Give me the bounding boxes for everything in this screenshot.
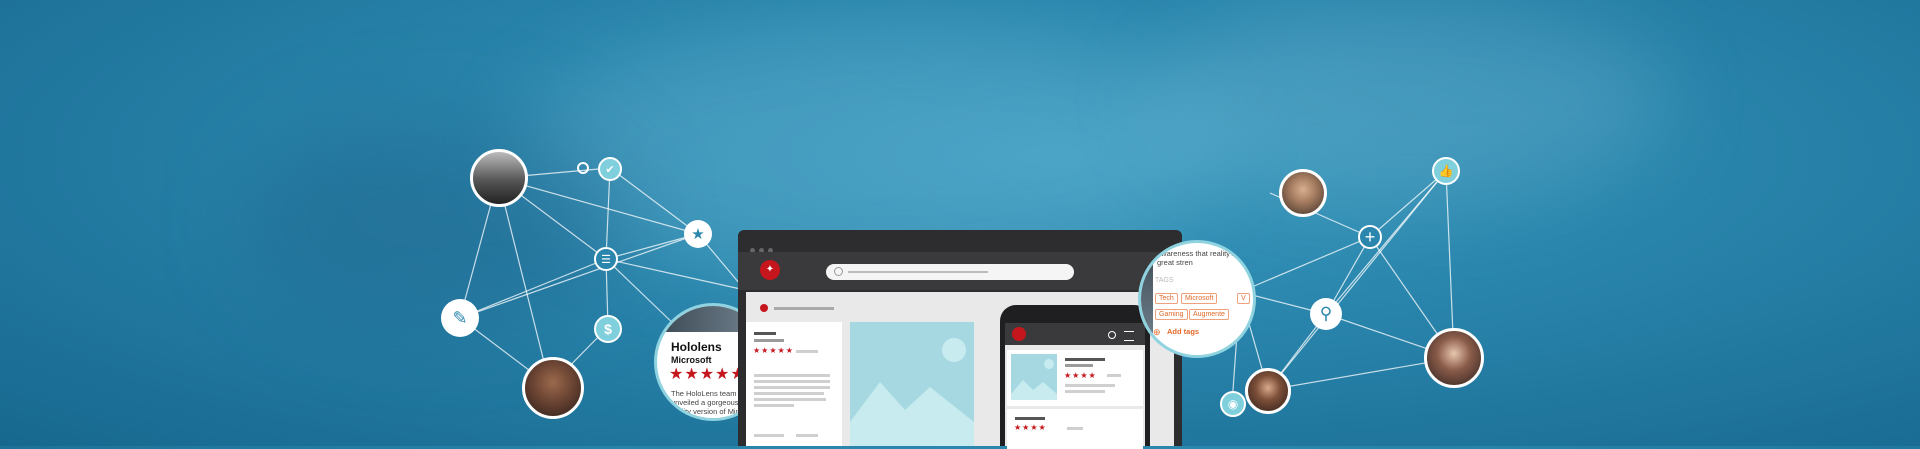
tag-chip[interactable]: Tech [1155,293,1178,304]
tag-chip[interactable]: Gaming [1155,309,1188,320]
phone-mockup: ★★★★ ★★★★ [1000,305,1150,449]
avatar[interactable] [1245,368,1291,414]
avatar[interactable] [1424,328,1484,388]
connector-dot [577,162,589,174]
dollar-icon[interactable]: $ [594,315,622,343]
avatar[interactable] [470,149,528,207]
rating-stars: ★★★★★ [753,346,794,355]
tags-input[interactable]: TAGS [1155,277,1174,284]
globe-pin-icon[interactable]: ◉ [1220,391,1246,417]
avatar[interactable] [1279,169,1327,217]
rating-stars: ★★★★ [1014,423,1047,432]
search-icon [834,267,843,276]
tag-chip[interactable]: Microsoft [1181,293,1218,304]
avatar[interactable] [522,357,584,419]
breadcrumb-icon [760,304,768,312]
menu-icon[interactable] [1124,331,1134,341]
thumbs-up-icon[interactable]: 👍 [1432,157,1460,185]
breadcrumb [774,307,834,310]
plus-icon[interactable]: + [1358,225,1382,249]
product-title: Hololens [671,340,722,354]
chat-icon[interactable]: ☰ [594,247,618,271]
image-placeholder [850,322,974,446]
tags-popup[interactable]: awareness that reality's great stren TAG… [1138,240,1256,358]
brand-logo[interactable] [1012,327,1026,341]
add-tag-icon[interactable]: ⊕ [1153,327,1161,338]
phone-content: ★★★★ ★★★★ [1005,345,1145,449]
list-item[interactable]: ★★★★ [1007,350,1143,406]
search-placeholder [848,271,988,273]
tag-chip[interactable]: Augmente [1189,309,1229,320]
article-snippet: awareness that reality's great stren [1157,249,1236,267]
rating-stars: ★★★★★ [669,366,746,383]
tag-chip[interactable]: V [1237,293,1250,304]
add-tags-link[interactable]: Add tags [1167,327,1199,336]
rating-stars: ★★★★ [1064,371,1097,380]
review-card[interactable]: ★★★★★ [746,322,842,446]
check-icon[interactable]: ✔ [598,157,622,181]
star-badge-icon[interactable]: ★ [684,220,712,248]
brand-logo[interactable]: ✦ [760,260,780,280]
search-icon[interactable]: ⚲ [1310,298,1342,330]
notes-icon[interactable]: ✎ [441,299,479,337]
search-icon[interactable] [1108,331,1116,339]
popup-side-image [1141,243,1153,355]
list-item[interactable]: ★★★★ [1007,409,1143,449]
